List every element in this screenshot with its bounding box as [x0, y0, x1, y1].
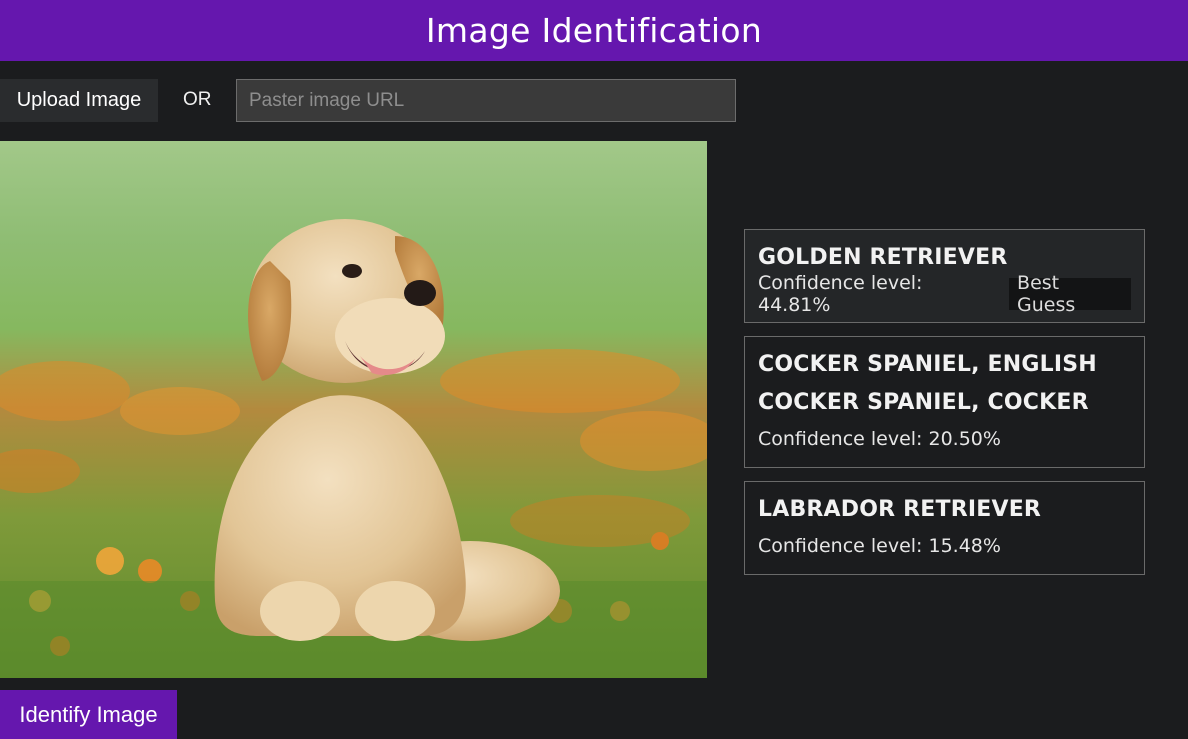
identify-image-button[interactable]: Identify Image: [0, 690, 177, 739]
result-name: COCKER SPANIEL, ENGLISH: [758, 352, 1097, 377]
or-label: OR: [183, 89, 212, 110]
confidence-row: Confidence level: 44.81% Best Guess: [758, 272, 1131, 316]
upload-image-button[interactable]: Upload Image: [0, 79, 158, 122]
confidence-text: Confidence level: 44.81%: [758, 272, 923, 316]
confidence-text: Confidence level: 15.48%: [758, 535, 1001, 557]
result-card-3: LABRADOR RETRIEVER Confidence level: 15.…: [744, 481, 1145, 575]
result-card-1: GOLDEN RETRIEVER Confidence level: 44.81…: [744, 229, 1145, 323]
best-guess-badge: Best Guess: [1009, 272, 1131, 316]
app: Image Identification Upload Image OR Pas…: [0, 0, 1188, 739]
uploaded-photo: [0, 141, 707, 678]
app-header: Image Identification: [0, 0, 1188, 61]
results-list: GOLDEN RETRIEVER Confidence level: 44.81…: [744, 229, 1145, 588]
page-title: Image Identification: [425, 11, 763, 50]
result-card-2: COCKER SPANIEL, ENGLISH COCKER SPANIEL, …: [744, 336, 1145, 468]
confidence-text: Confidence level: 20.50%: [758, 428, 1001, 450]
image-url-input[interactable]: [236, 79, 736, 122]
result-name-alt: COCKER SPANIEL, COCKER: [758, 390, 1089, 415]
result-name: LABRADOR RETRIEVER: [758, 497, 1042, 522]
confidence-row: Confidence level: 15.48%: [758, 530, 1131, 562]
confidence-row: Confidence level: 20.50%: [758, 423, 1131, 455]
